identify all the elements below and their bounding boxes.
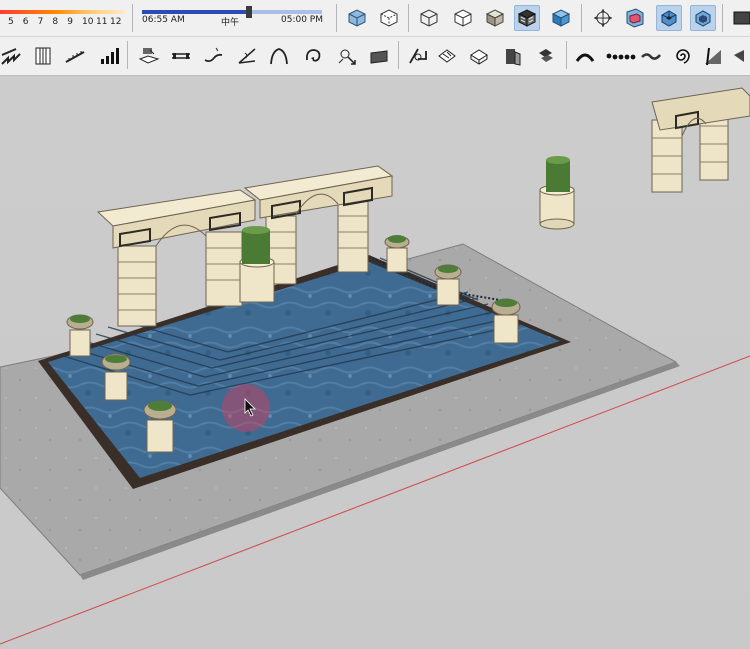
display-section-fill-icon[interactable] bbox=[690, 5, 716, 31]
mirror-plane-icon[interactable] bbox=[406, 43, 432, 69]
rotate-arrow-icon[interactable] bbox=[334, 43, 360, 69]
separator bbox=[127, 41, 128, 69]
separator bbox=[581, 4, 582, 32]
wireframe-style-icon[interactable] bbox=[416, 5, 442, 31]
shaded-textures-style-icon[interactable] bbox=[514, 5, 540, 31]
fog-tick: 10 bbox=[81, 17, 94, 27]
bridge-arc-icon[interactable] bbox=[604, 43, 640, 69]
wave-line-icon[interactable] bbox=[638, 43, 664, 69]
separator bbox=[398, 41, 399, 69]
separator bbox=[336, 4, 337, 32]
scene-canvas[interactable] bbox=[0, 76, 750, 649]
line-dash-icon[interactable] bbox=[168, 43, 194, 69]
shaded-style-icon[interactable] bbox=[482, 5, 508, 31]
monochrome-style-icon[interactable] bbox=[548, 5, 574, 31]
fog-tick: 7 bbox=[37, 17, 44, 27]
noon-label: 中午 bbox=[221, 18, 240, 28]
section-plane-icon[interactable] bbox=[590, 5, 616, 31]
slope-tool-icon[interactable] bbox=[700, 43, 726, 69]
shadow-time-slider[interactable]: 06:55 AM 中午 05:00 PM bbox=[136, 0, 328, 36]
separator bbox=[408, 4, 409, 32]
curve-tool-icon[interactable] bbox=[200, 43, 226, 69]
separator bbox=[722, 4, 723, 32]
back-edges-style-icon[interactable] bbox=[376, 5, 402, 31]
display-section-cuts-icon[interactable] bbox=[656, 5, 682, 31]
time-fill bbox=[142, 10, 247, 14]
door-panel-icon[interactable] bbox=[532, 43, 558, 69]
display-section-planes-icon[interactable] bbox=[622, 5, 648, 31]
arc-angle-icon[interactable] bbox=[234, 43, 260, 69]
fog-distance-slider[interactable]: 5 6 7 8 9 10 11 12 bbox=[0, 0, 128, 36]
fog-tick: 6 bbox=[22, 17, 29, 27]
xray-style-icon[interactable] bbox=[344, 5, 370, 31]
separator bbox=[566, 41, 567, 69]
separator bbox=[132, 4, 133, 32]
flip-tool-icon[interactable] bbox=[500, 43, 526, 69]
fog-tick: 11 bbox=[95, 17, 108, 27]
stairs-icon[interactable] bbox=[0, 43, 22, 69]
end-time-label: 05:00 PM bbox=[281, 15, 323, 25]
eraser-tool-icon[interactable] bbox=[434, 43, 460, 69]
curved-arc-icon[interactable] bbox=[300, 43, 326, 69]
fog-tick: 5 bbox=[8, 17, 14, 27]
partial-icon[interactable] bbox=[728, 5, 750, 31]
spiral-icon[interactable] bbox=[670, 43, 696, 69]
hidden-line-style-icon[interactable] bbox=[450, 5, 476, 31]
fog-tick: 8 bbox=[52, 17, 59, 27]
fog-tick-labels: 5 6 7 8 9 10 11 12 bbox=[8, 17, 124, 27]
mouse-pointer-icon bbox=[244, 398, 256, 417]
extra-tool-icon[interactable] bbox=[728, 43, 750, 69]
scale-tool-icon[interactable] bbox=[366, 43, 392, 69]
floating-column-component bbox=[539, 156, 575, 230]
stair-bars-icon[interactable] bbox=[96, 43, 122, 69]
push-pull-line-icon[interactable] bbox=[136, 43, 162, 69]
fog-tick: 12 bbox=[109, 17, 122, 27]
ramp-icon[interactable] bbox=[62, 43, 88, 69]
fog-gradient-bar bbox=[0, 10, 125, 14]
toolbar-row-2 bbox=[0, 37, 750, 76]
time-midday-mark bbox=[248, 6, 252, 18]
floating-arch-component bbox=[651, 87, 750, 193]
split-arrows-icon[interactable] bbox=[266, 43, 292, 69]
toolbar-row-1: 5 6 7 8 9 10 11 12 06:55 AM 中午 05:00 PM bbox=[0, 0, 750, 37]
paint-bucket-icon[interactable] bbox=[572, 43, 598, 69]
column-icon[interactable] bbox=[30, 43, 56, 69]
start-time-label: 06:55 AM bbox=[142, 15, 185, 25]
center-planter-column bbox=[239, 226, 275, 303]
model-viewport[interactable] bbox=[0, 76, 750, 649]
rotate-ring-icon[interactable] bbox=[466, 43, 492, 69]
fog-tick: 9 bbox=[67, 17, 73, 27]
